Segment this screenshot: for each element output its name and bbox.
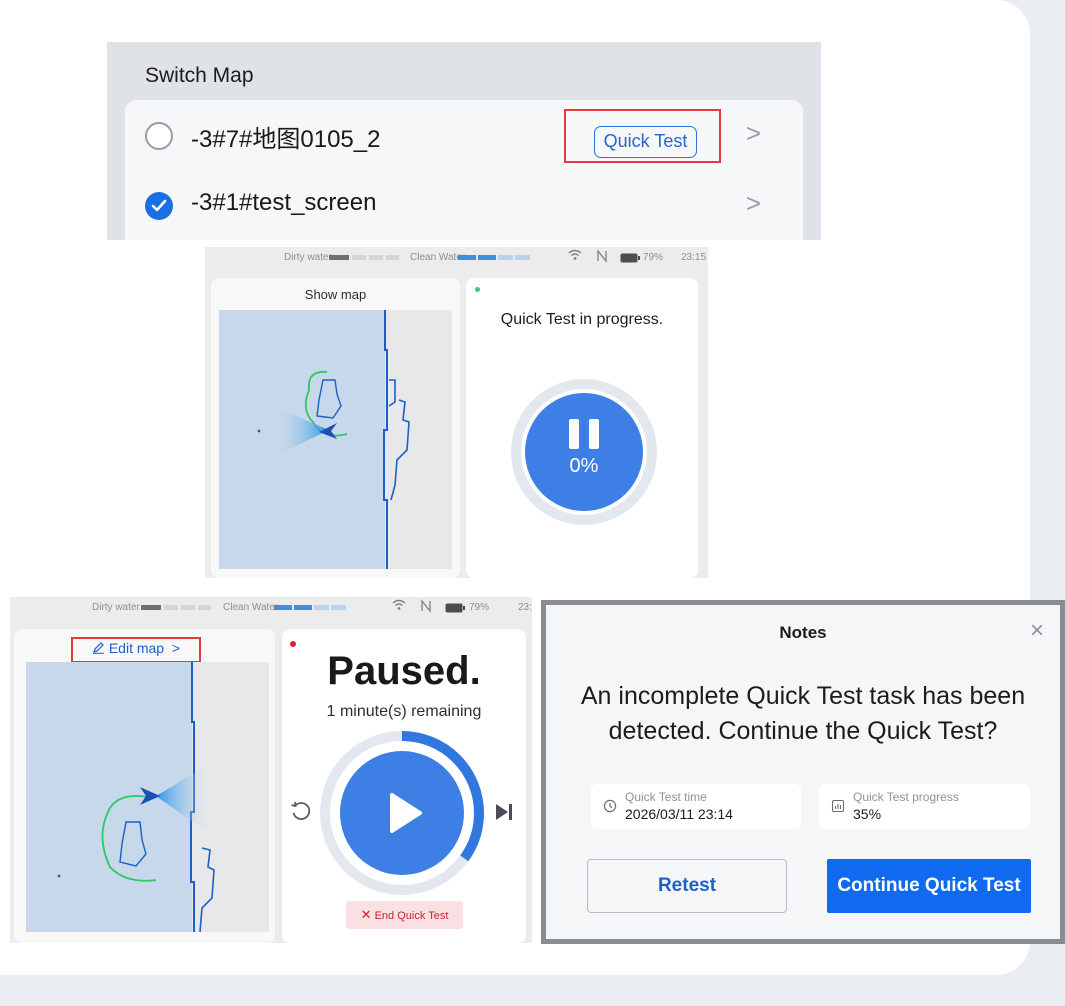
status-dot [475, 287, 480, 292]
dialog-message: An incomplete Quick Test task has been d… [580, 682, 1026, 745]
status-card: Paused. 1 minute(s) remaining ✕ End Quic… [282, 629, 526, 943]
clean-water-level [274, 605, 346, 610]
map-view[interactable] [26, 662, 269, 932]
dirty-water-level [141, 605, 211, 610]
battery-percent: 79% [643, 252, 664, 263]
battery-icon [445, 603, 465, 616]
end-quick-test-button[interactable]: ✕ End Quick Test [346, 901, 463, 929]
map-item-name: -3#1#test_screen [191, 189, 377, 216]
edit-map-label: Edit map [108, 640, 165, 656]
quick-test-progress-box: Quick Test progress 35% [819, 784, 1030, 829]
switch-map-heading: Switch Map [145, 64, 254, 87]
dirty-water-level [329, 255, 399, 260]
chevron-right-icon: > [745, 188, 761, 218]
show-map-button[interactable]: Show map [211, 287, 460, 302]
wifi-icon [568, 249, 582, 264]
chevron-right-icon: > [167, 640, 181, 656]
pause-icon [569, 419, 599, 449]
quick-test-time-value: 2026/03/11 23:14 [625, 806, 733, 822]
quick-test-time-box: Quick Test time 2026/03/11 23:14 [591, 784, 801, 829]
dirty-water-label: Dirty water [284, 252, 332, 263]
status-bar: Dirty water Clean Water [10, 597, 532, 619]
nfc-icon [596, 249, 608, 266]
quick-test-progress-value: 35% [853, 806, 882, 822]
map-drawing [219, 310, 410, 569]
battery-icon [620, 253, 640, 266]
close-icon: ✕ [360, 907, 372, 922]
dirty-water-label: Dirty water [92, 602, 140, 613]
quick-test-running-panel: Dirty water Clean Water 79% 23:15 Show m… [205, 247, 708, 578]
content-card: Switch Map -3#7#地图0105_2 > -3#1#test_scr… [0, 0, 1065, 975]
skip-next-icon[interactable] [494, 802, 514, 827]
wifi-icon [392, 599, 406, 614]
map-drawing [26, 662, 215, 932]
quick-test-badge[interactable]: Quick Test [594, 126, 697, 158]
status-bar: Dirty water Clean Water [205, 247, 708, 269]
battery-percent: 79% [469, 602, 490, 613]
clean-water-label: Clean Water [223, 602, 279, 613]
switch-map-panel: Switch Map -3#7#地图0105_2 > -3#1#test_scr… [107, 42, 821, 240]
retest-button[interactable]: Retest [587, 859, 787, 913]
close-icon[interactable]: × [1030, 617, 1044, 645]
restart-icon[interactable] [290, 801, 312, 828]
quick-test-progress-label: Quick Test progress [853, 790, 959, 804]
progress-chart-icon [831, 799, 845, 813]
play-icon [390, 793, 422, 833]
clean-water-label: Clean Water [410, 252, 466, 263]
map-card: Show map [211, 278, 460, 578]
map-item-2[interactable]: -3#1#test_screen > [125, 170, 803, 240]
edit-map-button[interactable]: Edit map > [71, 640, 201, 656]
continue-quick-test-button[interactable]: Continue Quick Test [827, 859, 1031, 913]
status-dot [290, 641, 296, 647]
radio-checked-icon[interactable] [145, 192, 173, 220]
map-view[interactable] [219, 310, 452, 569]
end-quick-test-label: End Quick Test [374, 910, 449, 922]
pause-button[interactable]: 0% [525, 393, 643, 511]
clean-water-level [458, 255, 530, 260]
quick-test-time-label: Quick Test time [625, 790, 707, 804]
notes-dialog-panel: Notes × An incomplete Quick Test task ha… [541, 600, 1065, 944]
radio-unchecked-icon[interactable] [145, 122, 173, 150]
paused-title: Paused. [327, 649, 481, 693]
nfc-icon [420, 599, 432, 616]
chevron-right-icon: > [745, 118, 761, 148]
dialog-title: Notes [779, 623, 827, 642]
progress-title: Quick Test in progress. [500, 311, 664, 328]
progress-percent: 0% [569, 455, 599, 477]
resume-button[interactable] [340, 751, 464, 875]
clock: 23: [518, 602, 532, 613]
quick-test-paused-panel: Dirty water Clean Water 79% 23: Edit map… [10, 597, 532, 943]
status-card: Quick Test in progress. 0% [466, 278, 698, 578]
clock: 23:15 [681, 252, 707, 263]
notes-dialog: Notes × An incomplete Quick Test task ha… [546, 605, 1060, 939]
remaining-time: 1 minute(s) remaining [326, 703, 482, 720]
map-card: Edit map > [14, 629, 275, 943]
map-item-name: -3#7#地图0105_2 [191, 126, 381, 153]
clock-icon [603, 799, 617, 813]
pencil-icon [92, 642, 104, 654]
